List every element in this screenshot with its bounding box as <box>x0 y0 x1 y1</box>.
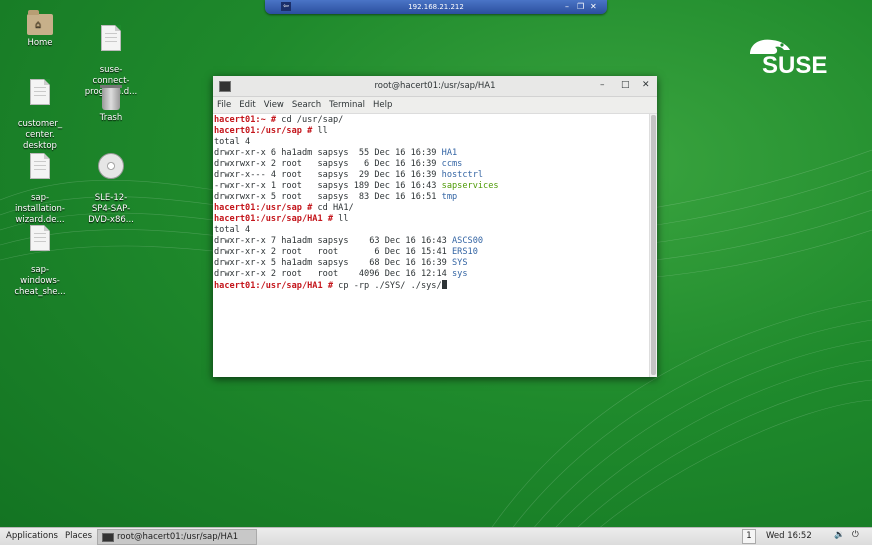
terminal-line: hacert01:/usr/sap/HA1 # cp -rp ./SYS/ ./… <box>214 280 649 292</box>
terminal-line: hacert01:/usr/sap # ll <box>214 126 328 136</box>
terminal-line: total 4 <box>214 137 251 147</box>
menu-help[interactable]: Help <box>369 97 396 113</box>
menu-terminal[interactable]: Terminal <box>325 97 369 113</box>
folder-home-icon: ⌂ <box>27 10 53 35</box>
terminal-titlebar[interactable]: root@hacert01:/usr/sap/HA1 – □ ✕ <box>213 76 657 97</box>
terminal-line: drwxr-x--- 4 root sapsys 29 Dec 16 16:39… <box>214 170 484 180</box>
disc-icon <box>98 153 124 179</box>
terminal-output[interactable]: hacert01:~ # cd /usr/sap/hacert01:/usr/s… <box>213 114 649 377</box>
desktop-icon-sap-windows[interactable]: sap- windows- cheat_she... <box>7 214 73 309</box>
clock[interactable]: Wed 16:52 <box>766 531 812 541</box>
terminal-icon <box>102 533 114 542</box>
suse-logo-text: SUSE <box>762 52 828 79</box>
terminal-line: drwxrwxr-x 2 root sapsys 6 Dec 16 16:39 … <box>214 159 463 169</box>
terminal-line: drwxr-xr-x 5 ha1adm sapsys 68 Dec 16 16:… <box>214 258 468 268</box>
document-icon <box>101 25 121 51</box>
terminal-line: drwxr-xr-x 6 ha1adm sapsys 55 Dec 16 16:… <box>214 148 458 158</box>
terminal-line: -rwxr-xr-x 1 root sapsys 189 Dec 16 16:4… <box>214 181 499 191</box>
taskbar: Applications Places root@hacert01:/usr/s… <box>0 527 872 545</box>
minimize-button[interactable]: – <box>600 80 605 90</box>
terminal-menubar: File Edit View Search Terminal Help <box>213 97 657 114</box>
desktop-icon-trash[interactable]: Trash <box>78 85 144 124</box>
remote-address: 192.168.21.212 <box>408 3 464 11</box>
terminal-line: hacert01:~ # cd /usr/sap/ <box>214 115 344 125</box>
menu-view[interactable]: View <box>260 97 288 113</box>
close-button[interactable]: ✕ <box>642 80 650 90</box>
volume-icon[interactable]: 🔉 <box>834 530 845 540</box>
document-icon <box>30 225 50 251</box>
menu-search[interactable]: Search <box>288 97 325 113</box>
desktop-icon-label: Home <box>27 38 53 48</box>
desktop-icon-label: Trash <box>99 113 123 123</box>
maximize-button[interactable]: □ <box>621 80 630 90</box>
menu-edit[interactable]: Edit <box>235 97 259 113</box>
remote-session-bar: ⇦ 192.168.21.212 – ❐ ✕ <box>265 0 607 14</box>
terminal-window[interactable]: root@hacert01:/usr/sap/HA1 – □ ✕ File Ed… <box>213 76 657 377</box>
terminal-line: drwxrwxr-x 5 root sapsys 83 Dec 16 16:51… <box>214 192 458 202</box>
window-title: root@hacert01:/usr/sap/HA1 <box>374 81 496 91</box>
terminal-line: drwxr-xr-x 2 root root 6 Dec 16 15:41 ER… <box>214 247 478 257</box>
trash-icon <box>100 85 122 110</box>
desktop-icon-home[interactable]: ⌂ Home <box>7 10 73 49</box>
document-icon <box>30 153 50 179</box>
applications-menu[interactable]: Applications <box>6 531 58 541</box>
scrollbar-thumb[interactable] <box>651 115 656 375</box>
remote-minimize-button[interactable]: – <box>565 2 569 11</box>
terminal-line: drwxr-xr-x 7 ha1adm sapsys 63 Dec 16 16:… <box>214 236 484 246</box>
terminal-scrollbar[interactable] <box>649 114 657 377</box>
suse-logo: SUSE <box>748 38 827 79</box>
taskbar-task-terminal[interactable]: root@hacert01:/usr/sap/HA1 <box>97 529 257 545</box>
terminal-line: hacert01:/usr/sap # cd HA1/ <box>214 203 354 213</box>
desktop-icon-label: SLE-12- SP4-SAP- DVD-x86... <box>88 193 134 225</box>
terminal-line: hacert01:/usr/sap/HA1 # ll <box>214 214 349 224</box>
taskbar-task-label: root@hacert01:/usr/sap/HA1 <box>117 532 239 542</box>
remote-close-button[interactable]: ✕ <box>590 2 597 11</box>
power-icon[interactable]: ⏻ <box>852 530 859 540</box>
workspace-switcher[interactable]: 1 <box>742 529 756 544</box>
text-cursor <box>441 280 447 289</box>
document-icon <box>30 79 50 105</box>
places-menu[interactable]: Places <box>65 531 92 541</box>
desktop-icon-sle-dvd[interactable]: SLE-12- SP4-SAP- DVD-x86... <box>78 142 144 237</box>
terminal-line: total 4 <box>214 225 251 235</box>
remote-restore-button[interactable]: ❐ <box>577 2 584 11</box>
terminal-line: drwxr-xr-x 2 root root 4096 Dec 16 12:14… <box>214 269 468 279</box>
menu-file[interactable]: File <box>213 97 235 113</box>
desktop-icon-label: sap- windows- cheat_she... <box>14 265 66 297</box>
